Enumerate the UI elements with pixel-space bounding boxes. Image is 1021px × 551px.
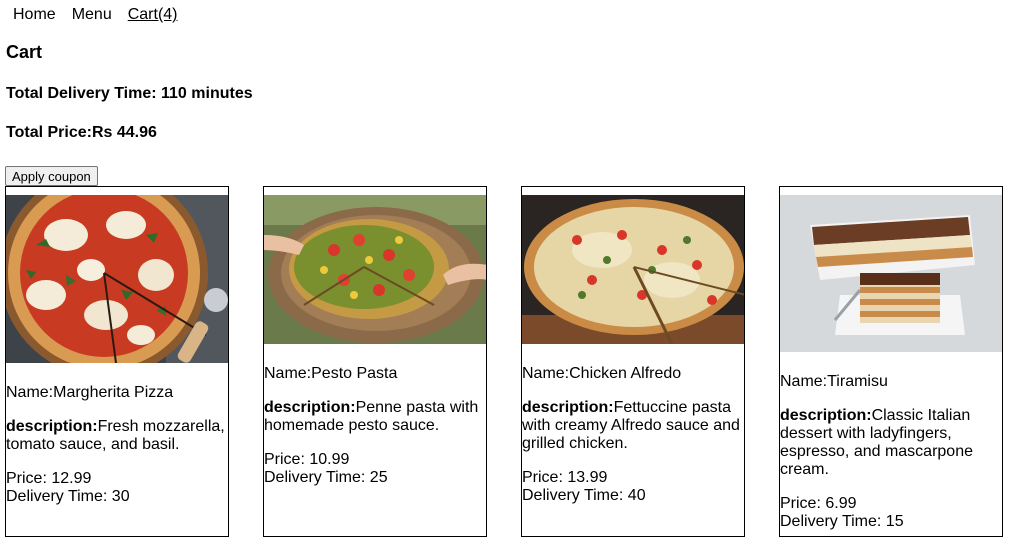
item-details: Name:Pesto Pasta description:Penne pasta… [264,365,484,487]
item-price: Price: 10.99 [264,451,350,468]
pesto-pasta-image [264,195,486,344]
item-name: Name:Margherita Pizza [6,384,174,401]
apply-coupon-button[interactable]: Apply coupon [5,166,98,186]
item-delivery-time: Delivery Time: 15 [780,513,904,530]
cart-item-card: Name:Tiramisu description:Classic Italia… [779,186,1003,537]
description-label: description: [780,407,872,424]
item-delivery-time: Delivery Time: 40 [522,487,646,504]
item-price: Price: 12.99 [6,470,92,487]
item-delivery-time: Delivery Time: 30 [6,488,130,505]
margherita-pizza-image [6,195,228,363]
item-name: Name:Chicken Alfredo [522,365,682,382]
description-label: description: [264,399,356,416]
page-title: Cart [6,42,43,62]
nav-menu-link[interactable]: Menu [72,5,112,24]
item-details: Name:Margherita Pizza description:Fresh … [6,384,226,506]
item-details: Name:Tiramisu description:Classic Italia… [780,373,1000,531]
nav-home-link[interactable]: Home [13,5,56,24]
item-price: Price: 6.99 [780,495,857,512]
top-nav: Home Menu Cart(4) [13,5,194,24]
nav-cart-link[interactable]: Cart(4) [128,5,178,24]
total-delivery-time: Total Delivery Time: 110 minutes [6,85,253,102]
item-description: description:Fettuccine pasta with creamy… [522,399,742,453]
description-label: description: [6,418,98,435]
item-description: description:Classic Italian dessert with… [780,407,1000,479]
item-description: description:Penne pasta with homemade pe… [264,399,484,435]
cart-item-card: Name:Margherita Pizza description:Fresh … [5,186,229,537]
cart-item-card: Name:Pesto Pasta description:Penne pasta… [263,186,487,537]
cart-item-card: Name:Chicken Alfredo description:Fettucc… [521,186,745,537]
item-name: Name:Tiramisu [780,373,888,390]
tiramisu-image [780,195,1002,352]
item-description: description:Fresh mozzarella, tomato sau… [6,418,226,454]
description-label: description: [522,399,614,416]
chicken-alfredo-image [522,195,744,344]
item-name: Name:Pesto Pasta [264,365,398,382]
item-details: Name:Chicken Alfredo description:Fettucc… [522,365,742,505]
total-price: Total Price:Rs 44.96 [6,124,157,141]
item-delivery-time: Delivery Time: 25 [264,469,388,486]
item-price: Price: 13.99 [522,469,608,486]
